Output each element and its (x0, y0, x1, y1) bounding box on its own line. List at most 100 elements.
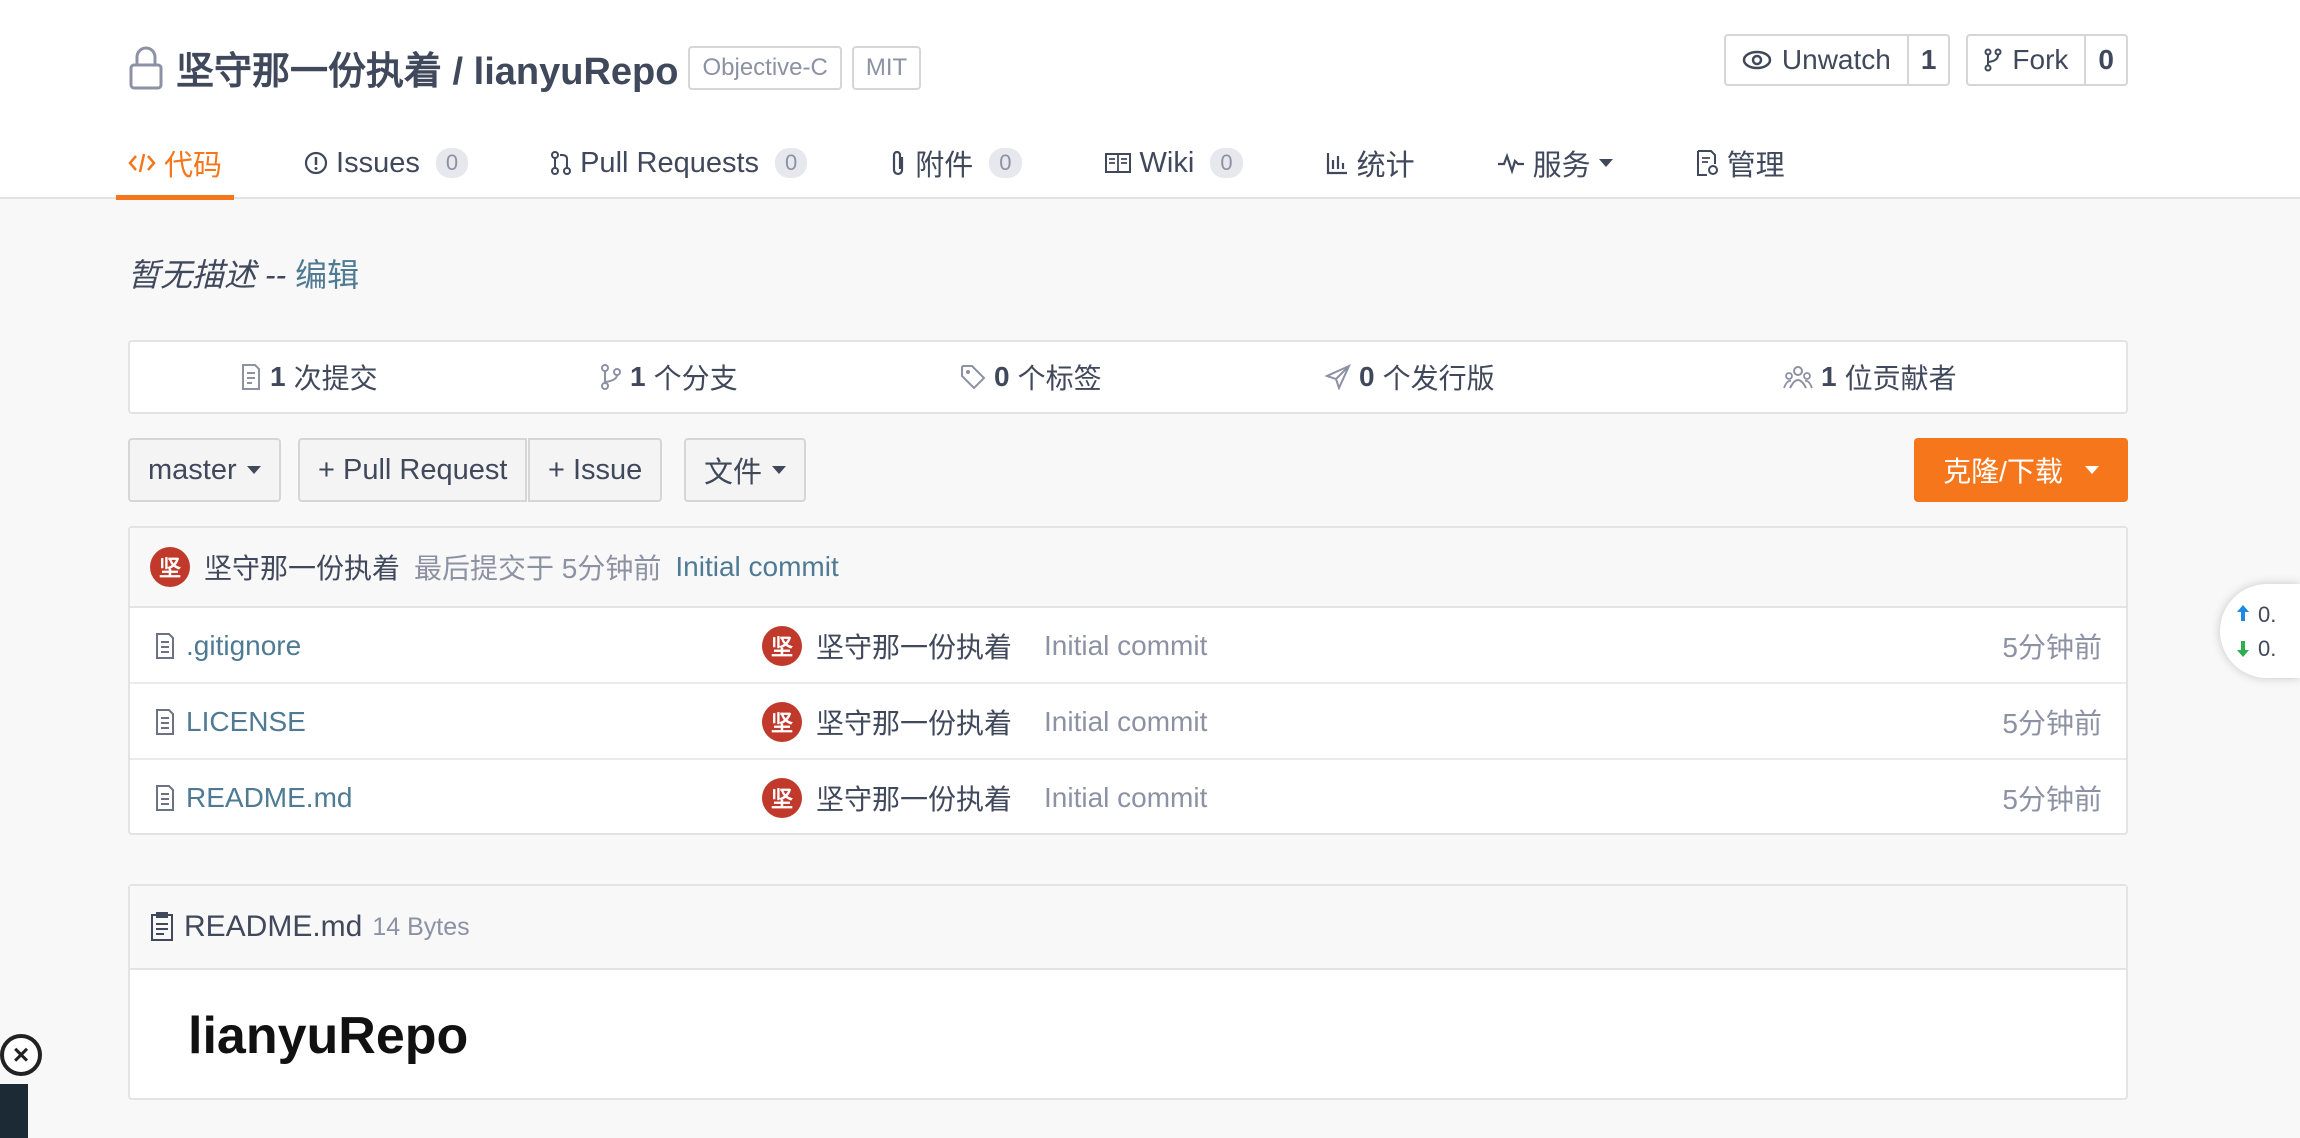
edit-description-link[interactable]: 编辑 (295, 257, 359, 293)
tab-label: 附件 (915, 150, 974, 182)
avatar[interactable]: 坚 (150, 547, 190, 587)
file-author-cell: 坚 坚守那一份执着 (762, 608, 1012, 684)
tab-label: 代码 (164, 150, 223, 182)
issue-icon (304, 151, 328, 175)
table-row: .gitignore 坚 坚守那一份执着 Initial commit 5分钟前 (130, 608, 2126, 684)
unwatch-label: Unwatch (1781, 44, 1891, 75)
stat-label: 次提交 (293, 363, 378, 394)
tab-wiki[interactable]: Wiki 0 (1104, 130, 1243, 196)
stat-label: 个标签 (1017, 363, 1102, 394)
fork-label: Fork (2012, 44, 2069, 75)
file-name-link[interactable]: README.md (186, 782, 352, 814)
file-commit-time: 5分钟前 (2002, 784, 2102, 815)
stat-tags[interactable]: 0 个标签 (960, 357, 1102, 397)
new-pull-request-label: + Pull Request (318, 453, 508, 486)
avatar[interactable]: 坚 (762, 626, 802, 666)
readme-panel: README.md 14 Bytes lianyuRepo (128, 884, 2128, 1100)
commit-message-link[interactable]: Initial commit (675, 551, 838, 583)
repo-name[interactable]: 坚守那一份执着 / lianyuRepo (176, 40, 678, 95)
language-tag[interactable]: Objective-C (688, 45, 842, 90)
tab-code[interactable]: 代码 (115, 130, 235, 200)
file-list: 坚 坚守那一份执着 最后提交于 5分钟前 Initial commit .git… (128, 526, 2128, 835)
eye-icon (1742, 50, 1772, 70)
clone-download-button[interactable]: 克隆/下载 (1914, 438, 2128, 502)
watch-count[interactable]: 1 (1909, 36, 1949, 84)
repo-stats-bar: 1 次提交 1 个分支 0 个标签 0 个发行版 1 位贡献者 (128, 340, 2128, 414)
stat-label: 个分支 (653, 363, 738, 394)
stat-contributors[interactable]: 1 位贡献者 (1783, 357, 1957, 397)
file-name-link[interactable]: LICENSE (186, 706, 306, 738)
stat-commits[interactable]: 1 次提交 (240, 357, 378, 397)
commit-icon (242, 364, 260, 390)
stat-label: 个发行版 (1382, 363, 1495, 394)
arrow-up-icon (2237, 605, 2249, 621)
attachment-icon (893, 150, 904, 176)
commit-author[interactable]: 坚守那一份执着 (204, 547, 400, 587)
stat-releases[interactable]: 0 个发行版 (1325, 357, 1495, 397)
file-author-cell: 坚 坚守那一份执着 (762, 760, 1012, 836)
file-icon (156, 633, 174, 659)
file-commit-message[interactable]: Initial commit (1044, 608, 1207, 684)
file-name-cell: LICENSE (154, 684, 306, 760)
tab-attachments[interactable]: 附件 0 (889, 130, 1022, 196)
contributors-icon (1783, 366, 1813, 389)
close-icon[interactable]: × (0, 1034, 42, 1076)
bar-chart-icon (1326, 153, 1347, 175)
chevron-down-icon (2084, 466, 2099, 474)
new-issue-button[interactable]: + Issue (528, 438, 663, 502)
file-commit-message[interactable]: Initial commit (1044, 684, 1207, 760)
tab-label: 管理 (1726, 150, 1785, 182)
fork-button-group: Fork 0 (1966, 34, 2128, 86)
table-row: README.md 坚 坚守那一份执着 Initial commit 5分钟前 (130, 760, 2126, 836)
file-name-link[interactable]: .gitignore (186, 630, 301, 662)
new-issue-label: + Issue (548, 453, 643, 486)
repo-actions: Unwatch 1 Fork 0 (1723, 34, 2128, 86)
fork-count[interactable]: 0 (2086, 36, 2126, 84)
clone-label: 克隆/下载 (1943, 456, 2063, 487)
tab-pull-requests[interactable]: Pull Requests 0 (550, 130, 808, 196)
table-row: LICENSE 坚 坚守那一份执着 Initial commit 5分钟前 (130, 684, 2126, 760)
file-commit-time: 5分钟前 (2002, 708, 2102, 739)
tab-label: 统计 (1356, 150, 1415, 182)
file-name-cell: README.md (154, 760, 352, 836)
stat-label: 位贡献者 (1844, 363, 1957, 394)
branch-label: master (148, 453, 237, 486)
repo-header: 坚守那一份执着 / lianyuRepo Objective-C MIT Unw… (0, 0, 2300, 200)
pull-request-icon (551, 151, 572, 175)
avatar[interactable]: 坚 (762, 778, 802, 818)
chevron-down-icon (1598, 159, 1613, 167)
file-author[interactable]: 坚守那一份执着 (816, 778, 1012, 818)
tab-manage[interactable]: 管理 (1695, 130, 1785, 196)
tab-stats[interactable]: 统计 (1325, 130, 1415, 196)
pulse-icon (1497, 152, 1524, 174)
last-commit-bar: 坚 坚守那一份执着 最后提交于 5分钟前 Initial commit (130, 528, 2126, 608)
tab-issues[interactable]: Issues 0 (304, 130, 469, 196)
issues-count-badge: 0 (435, 148, 469, 178)
fork-icon (1984, 48, 2002, 72)
network-speed-widget[interactable]: 0. 0. (2220, 584, 2300, 678)
chevron-down-icon (246, 466, 261, 474)
arrow-down-icon (2237, 641, 2249, 657)
readme-header: README.md 14 Bytes (130, 886, 2126, 970)
tab-label: 服务 (1532, 150, 1591, 182)
file-menu-label: 文件 (704, 457, 763, 489)
avatar[interactable]: 坚 (762, 702, 802, 742)
file-commit-message[interactable]: Initial commit (1044, 760, 1207, 836)
file-author[interactable]: 坚守那一份执着 (816, 702, 1012, 742)
watch-button-group: Unwatch 1 (1723, 34, 1951, 86)
license-tag[interactable]: MIT (851, 45, 922, 90)
tab-label: Issues (336, 146, 420, 179)
attachments-count-badge: 0 (989, 148, 1022, 178)
new-pull-request-button[interactable]: + Pull Request (298, 438, 528, 502)
file-author[interactable]: 坚守那一份执着 (816, 626, 1012, 666)
wiki-count-badge: 0 (1210, 148, 1243, 178)
file-menu-button[interactable]: 文件 (684, 438, 807, 502)
pull-requests-count-badge: 0 (775, 148, 808, 178)
stat-branches[interactable]: 1 个分支 (600, 357, 738, 397)
floating-panel-tab[interactable] (0, 1084, 28, 1138)
tab-services[interactable]: 服务 (1497, 130, 1613, 196)
fork-button[interactable]: Fork (1968, 36, 2087, 84)
unwatch-button[interactable]: Unwatch (1726, 36, 1909, 84)
readme-filename[interactable]: README.md (184, 910, 362, 944)
branch-select[interactable]: master (128, 438, 281, 502)
